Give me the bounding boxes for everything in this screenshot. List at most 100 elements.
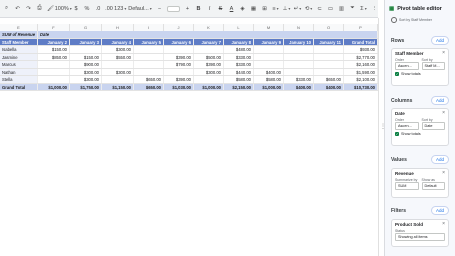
value-cell[interactable]: $400.00 — [254, 68, 284, 75]
more-icon[interactable]: ⋮ — [371, 4, 378, 13]
value-cell[interactable] — [70, 46, 102, 53]
undo-icon[interactable]: ↶ — [14, 4, 21, 13]
percent-button[interactable]: % — [84, 4, 91, 13]
value-cell[interactable] — [314, 68, 344, 75]
value-cell[interactable]: $850.00 — [38, 53, 70, 60]
value-cell[interactable] — [164, 46, 194, 53]
value-cell[interactable] — [134, 53, 164, 60]
functions-icon[interactable]: Σ — [360, 4, 367, 13]
value-cell[interactable] — [194, 46, 224, 53]
value-cell[interactable]: January 8 — [224, 38, 254, 45]
row-label-cell[interactable]: Staff Member — [0, 38, 38, 45]
column-header[interactable]: J — [164, 24, 194, 31]
value-cell[interactable] — [38, 76, 70, 83]
value-cell[interactable]: January 7 — [194, 38, 224, 45]
value-cell[interactable]: $300.00 — [194, 68, 224, 75]
rows-add-button[interactable]: Add — [430, 36, 449, 45]
sortby-select[interactable]: Date — [421, 122, 445, 130]
value-cell[interactable]: $1,000.00 — [254, 83, 284, 90]
order-select[interactable]: Ascen... — [395, 122, 419, 130]
value-cell[interactable] — [102, 76, 134, 83]
value-cell[interactable]: $650.00 — [314, 76, 344, 83]
status-select[interactable]: Showing all items — [395, 233, 445, 241]
value-cell[interactable]: $400.00 — [284, 83, 314, 90]
paint-format-icon[interactable]: 🖌 — [47, 4, 54, 13]
value-cell[interactable]: $1,030.00 — [164, 83, 194, 90]
value-cell[interactable]: $900.00 — [70, 61, 102, 68]
value-cell[interactable]: $300.00 — [70, 76, 102, 83]
column-header[interactable]: N — [284, 24, 314, 31]
value-cell[interactable]: January 10 — [284, 38, 314, 45]
value-cell[interactable]: $650.00 — [134, 76, 164, 83]
search-menus-icon[interactable]: ⌕ — [3, 4, 10, 13]
value-cell[interactable] — [254, 53, 284, 60]
column-header[interactable]: H — [102, 24, 134, 31]
align-icon[interactable]: ≡ — [272, 4, 279, 13]
remove-icon[interactable]: × — [442, 110, 445, 116]
value-cell[interactable]: January 2 — [38, 38, 70, 45]
row-label-cell[interactable]: Stella — [0, 76, 38, 83]
value-cell[interactable]: January 11 — [314, 38, 344, 45]
column-header[interactable]: K — [194, 24, 224, 31]
value-cell[interactable]: January 5 — [134, 38, 164, 45]
value-cell[interactable]: $300.00 — [70, 68, 102, 75]
value-cell[interactable] — [134, 46, 164, 53]
value-cell[interactable] — [254, 61, 284, 68]
chart-icon[interactable]: ▥ — [338, 4, 345, 13]
value-cell[interactable] — [38, 68, 70, 75]
value-cell[interactable] — [102, 61, 134, 68]
value-cell[interactable]: $480.00 — [224, 46, 254, 53]
value-cell[interactable]: $440.00 — [224, 68, 254, 75]
column-header[interactable]: I — [134, 24, 164, 31]
column-header[interactable]: M — [254, 24, 284, 31]
row-label-cell[interactable]: Jasmine — [0, 53, 38, 60]
value-cell[interactable] — [134, 61, 164, 68]
values-add-button[interactable]: Add — [430, 155, 449, 164]
italic-button[interactable]: I — [206, 4, 213, 13]
checkbox-icon[interactable]: ✓ — [395, 72, 399, 76]
value-cell[interactable]: $1,750.00 — [70, 83, 102, 90]
increase-decimal-button[interactable]: .00 — [105, 4, 113, 13]
more-formats-button[interactable]: 123 — [114, 4, 125, 13]
remove-icon[interactable]: × — [442, 50, 445, 56]
value-cell[interactable]: $1,000.00 — [194, 83, 224, 90]
strikethrough-button[interactable]: S — [217, 4, 224, 13]
redo-icon[interactable]: ↷ — [25, 4, 32, 13]
value-cell[interactable]: $390.00 — [194, 61, 224, 68]
remove-icon[interactable]: × — [442, 221, 445, 227]
columns-add-button[interactable]: Add — [430, 96, 449, 105]
fill-color-icon[interactable]: ◈ — [239, 4, 246, 13]
value-cell[interactable]: $330.00 — [224, 61, 254, 68]
value-cell[interactable]: $300.00 — [102, 68, 134, 75]
value-cell[interactable] — [134, 68, 164, 75]
value-cell[interactable] — [314, 53, 344, 60]
order-select[interactable]: Ascen... — [395, 62, 419, 70]
value-cell[interactable]: $330.00 — [284, 76, 314, 83]
value-cell[interactable] — [164, 68, 194, 75]
link-icon[interactable]: ⊂ — [316, 4, 323, 13]
column-header[interactable]: F — [38, 24, 70, 31]
font-size-field[interactable]: 10 — [167, 5, 180, 12]
value-cell[interactable]: $150.00 — [38, 46, 70, 53]
rotate-icon[interactable]: ⟲ — [305, 4, 312, 13]
value-cell[interactable]: $2,100.00 — [344, 76, 378, 83]
pivot-column-field-cell[interactable]: Date — [38, 31, 378, 38]
value-cell[interactable]: Grand Total — [344, 38, 378, 45]
value-cell[interactable]: $500.00 — [194, 53, 224, 60]
value-cell[interactable]: $10,730.00 — [344, 83, 378, 90]
column-header[interactable]: E — [0, 24, 38, 31]
currency-button[interactable]: $ — [73, 4, 80, 13]
valign-icon[interactable]: ⊥ — [283, 4, 290, 13]
value-cell[interactable]: $2,160.00 — [344, 61, 378, 68]
print-icon[interactable]: ⎙ — [36, 4, 43, 13]
value-cell[interactable] — [284, 68, 314, 75]
value-cell[interactable]: $1,000.00 — [38, 83, 70, 90]
font-select[interactable]: Defaul... — [128, 4, 152, 13]
column-header[interactable]: O — [314, 24, 344, 31]
merge-icon[interactable]: ⊞ — [261, 4, 268, 13]
value-cell[interactable]: $650.00 — [134, 83, 164, 90]
value-cell[interactable]: $400.00 — [314, 83, 344, 90]
row-label-cell[interactable]: Isabella — [0, 46, 38, 53]
value-cell[interactable]: January 6 — [164, 38, 194, 45]
wrap-icon[interactable]: ↵ — [294, 4, 301, 13]
